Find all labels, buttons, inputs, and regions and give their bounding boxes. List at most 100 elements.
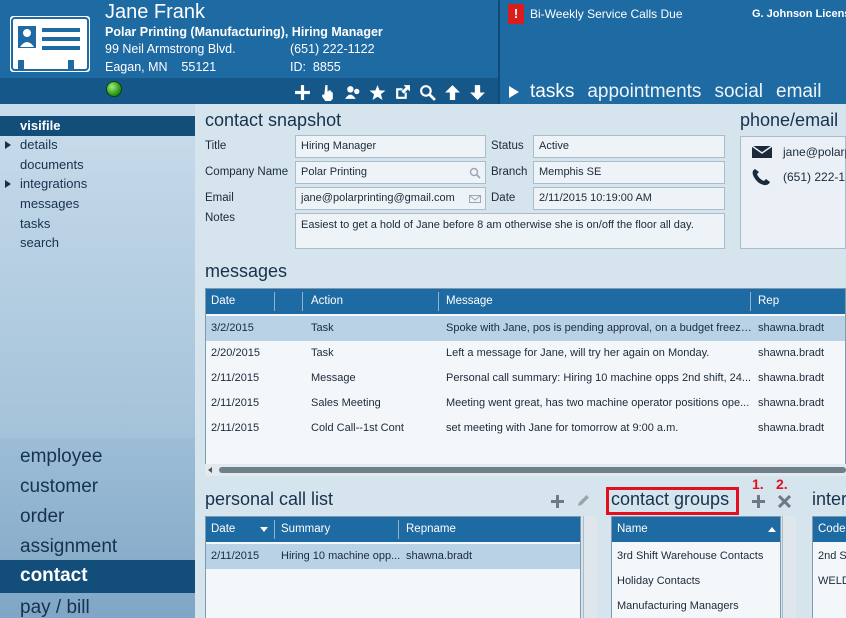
user-name[interactable]: G. Johnson Licens: [752, 8, 846, 20]
cell-action: Cold Call--1st Cont: [311, 422, 404, 434]
star-icon[interactable]: [367, 81, 388, 103]
contact-groups-scrollbar[interactable]: [782, 516, 796, 618]
group-add-icon[interactable]: [342, 81, 363, 103]
online-status-icon: [106, 81, 122, 97]
column-header-message[interactable]: Message: [446, 289, 493, 314]
edit-call-button[interactable]: [575, 492, 591, 508]
play-icon[interactable]: [508, 83, 522, 101]
table-row[interactable]: 2/20/2015 Task Left a message for Jane, …: [206, 341, 845, 366]
branch-field[interactable]: Memphis SE: [533, 161, 725, 184]
email-label: Email: [205, 192, 234, 204]
list-item[interactable]: WELD: [813, 569, 846, 594]
email-field[interactable]: jane@polarprinting@gmail.com: [295, 187, 486, 210]
tab-appointments[interactable]: appointments: [587, 81, 701, 103]
messages-horizontal-scrollbar[interactable]: [205, 464, 846, 476]
envelope-icon[interactable]: [469, 193, 481, 205]
alert-icon[interactable]: !: [508, 4, 524, 24]
column-header-action[interactable]: Action: [311, 289, 343, 314]
column-header-repname[interactable]: Repname: [406, 517, 456, 542]
list-item[interactable]: 3rd Shift Warehouse Contacts: [612, 544, 780, 569]
column-header-code[interactable]: Code: [818, 517, 846, 542]
personal-call-table: Date Summary Repname 2/11/2015 Hiring 10…: [205, 516, 581, 618]
module-pay-bill[interactable]: pay / bill: [0, 592, 195, 618]
table-row[interactable]: 2/11/2015 Cold Call--1st Cont set meetin…: [206, 416, 845, 441]
column-header-rep[interactable]: Rep: [758, 289, 779, 314]
list-item[interactable]: 2nd Sh: [813, 544, 846, 569]
notes-field[interactable]: Easiest to get a hold of Jane before 8 a…: [295, 213, 725, 249]
tab-tasks[interactable]: tasks: [530, 81, 574, 103]
sidebar-item-integrations[interactable]: integrations: [0, 174, 195, 194]
branch-label: Branch: [491, 166, 528, 178]
cell-message: Personal call summary: Hiring 10 machine…: [446, 372, 752, 384]
open-external-icon[interactable]: [392, 81, 413, 103]
sort-desc-icon[interactable]: [260, 527, 268, 532]
table-row[interactable]: 3/2/2015 Task Spoke with Jane, pos is pe…: [206, 316, 845, 341]
sidebar-item-documents[interactable]: documents: [0, 155, 195, 175]
expand-arrow-icon[interactable]: [5, 141, 11, 149]
tab-social[interactable]: social: [714, 81, 763, 103]
company-name-value: Polar Printing: [301, 166, 368, 178]
table-row[interactable]: 2/11/2015 Message Personal call summary:…: [206, 366, 845, 391]
personal-call-scrollbar[interactable]: [583, 516, 597, 618]
module-order[interactable]: order: [0, 501, 195, 533]
scrollbar-thumb[interactable]: [219, 467, 846, 473]
date-label: Date: [491, 192, 516, 204]
sidebar-item-tasks[interactable]: tasks: [0, 214, 195, 234]
pencil-icon: [577, 494, 589, 506]
activity-nav: tasks appointments social email: [508, 80, 834, 104]
sidebar-item-visifile[interactable]: visifile: [0, 116, 195, 136]
table-row[interactable]: 2/11/2015 Sales Meeting Meeting went gre…: [206, 391, 845, 416]
list-item[interactable]: Manufacturing Managers: [612, 594, 780, 618]
arrow-up-icon[interactable]: [442, 81, 463, 103]
module-employee[interactable]: employee: [0, 441, 195, 473]
remove-group-button[interactable]: [776, 493, 792, 509]
cell-code: 2nd Sh: [818, 550, 846, 562]
list-item[interactable]: Holiday Contacts: [612, 569, 780, 594]
contact-groups-table-header: Name: [612, 517, 780, 542]
status-field[interactable]: Active: [533, 135, 725, 158]
table-row[interactable]: 2/11/2015 Hiring 10 machine opp... shawn…: [206, 544, 580, 569]
tab-email[interactable]: email: [776, 81, 821, 103]
title-field[interactable]: Hiring Manager: [295, 135, 486, 158]
date-field[interactable]: 2/11/2015 10:19:00 AM: [533, 187, 725, 210]
pointer-hand-icon[interactable]: [317, 81, 338, 103]
contact-address-line1: 99 Neil Armstrong Blvd.: [105, 42, 236, 56]
email-entry[interactable]: jane@polarp: [751, 145, 846, 159]
alert-text[interactable]: Bi-Weekly Service Calls Due: [530, 7, 683, 21]
module-customer[interactable]: customer: [0, 471, 195, 503]
sidebar-item-search[interactable]: search: [0, 233, 195, 253]
module-contact[interactable]: contact: [0, 560, 195, 593]
column-header-name[interactable]: Name: [617, 517, 648, 542]
email-value: jane@polarprinting@gmail.com: [301, 192, 455, 204]
column-header-date[interactable]: Date: [211, 517, 235, 542]
sidebar-item-messages[interactable]: messages: [0, 194, 195, 214]
scroll-left-arrow-icon[interactable]: [208, 467, 212, 473]
column-header-date[interactable]: Date: [211, 289, 235, 314]
contact-address-line2: Eagan, MN 55121: [105, 60, 217, 74]
cell-rep: shawna.bradt: [758, 372, 825, 384]
search-icon[interactable]: [417, 81, 438, 103]
sidebar-item-details[interactable]: details: [0, 135, 195, 155]
messages-table: Date Action Message Rep 3/2/2015 Task Sp…: [205, 288, 846, 476]
cell-group-name: 3rd Shift Warehouse Contacts: [617, 550, 764, 562]
cell-message: Spoke with Jane, pos is pending approval…: [446, 322, 754, 334]
interests-table-header: Code: [813, 517, 846, 542]
module-nav: employee customer order assignment conta…: [0, 438, 195, 618]
cell-action: Message: [311, 372, 356, 384]
phone-email-title: phone/email: [740, 110, 839, 130]
sort-asc-icon[interactable]: [768, 527, 776, 532]
arrow-down-icon[interactable]: [467, 81, 488, 103]
module-assignment[interactable]: assignment: [0, 531, 195, 563]
phone-entry[interactable]: (651) 222-1: [751, 168, 845, 186]
add-call-button[interactable]: [549, 493, 565, 509]
cell-rep: shawna.bradt: [758, 397, 825, 409]
add-group-button[interactable]: [750, 493, 766, 509]
company-name-field[interactable]: Polar Printing: [295, 161, 486, 184]
personal-call-table-header: Date Summary Repname: [206, 517, 580, 542]
cell-message: set meeting with Jane for tomorrow at 9:…: [446, 422, 679, 434]
search-icon[interactable]: [469, 167, 481, 179]
column-header-summary[interactable]: Summary: [281, 517, 330, 542]
expand-arrow-icon[interactable]: [5, 180, 11, 188]
envelope-icon: [751, 145, 773, 158]
plus-icon[interactable]: [292, 81, 313, 103]
